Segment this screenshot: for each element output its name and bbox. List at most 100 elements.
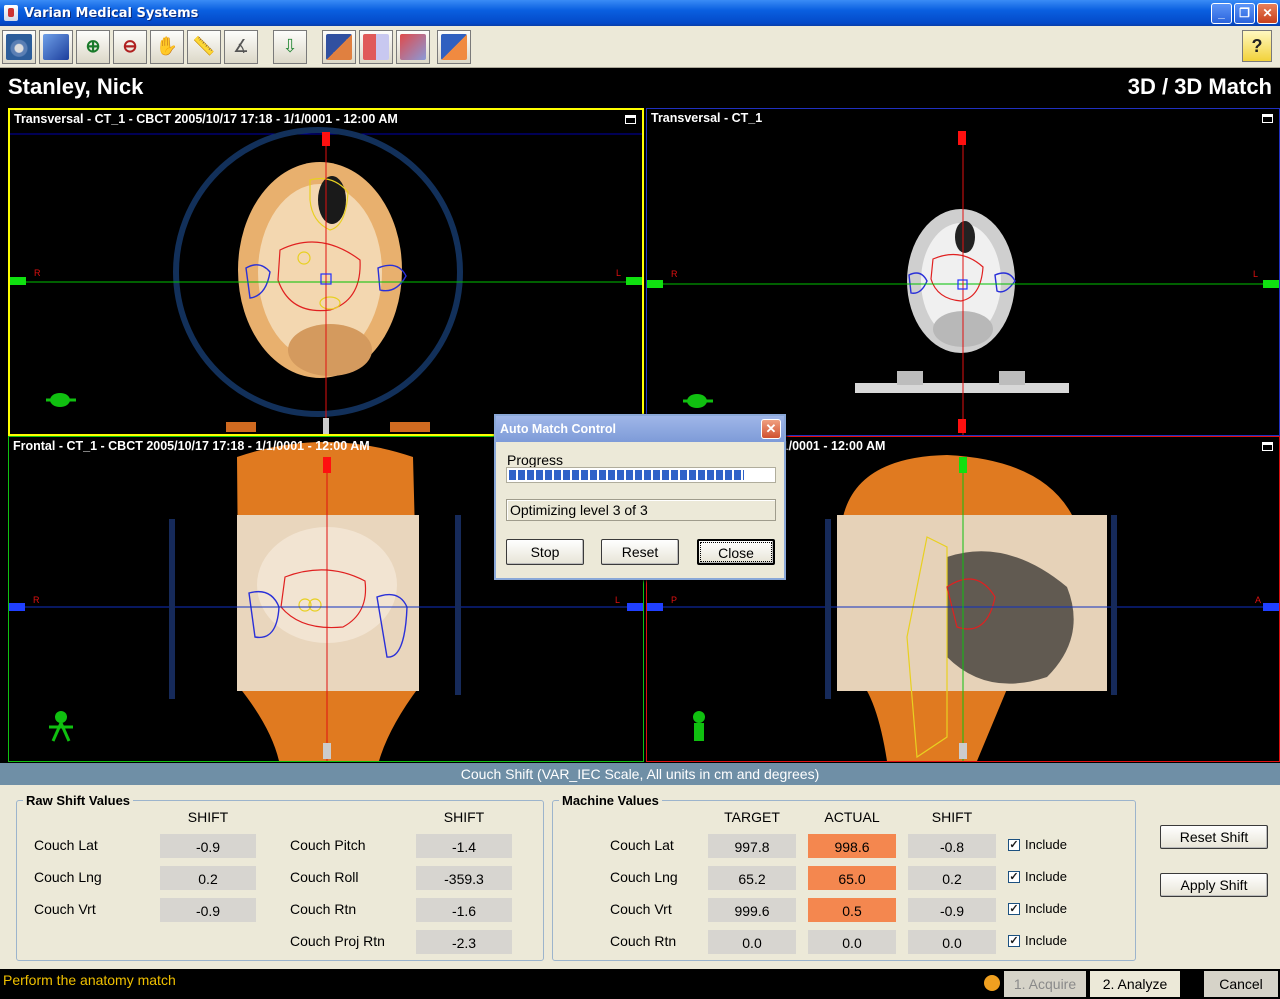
actual-value: 998.6	[808, 834, 896, 858]
close-window-button[interactable]: ✕	[1257, 2, 1278, 24]
transversal-ct-image: R L	[647, 131, 1279, 435]
stop-button[interactable]: Stop	[506, 539, 584, 565]
include-checkbox[interactable]: ✓ Include	[1008, 933, 1067, 948]
orient-R-label: R	[34, 268, 41, 278]
raw-label: Couch Lat	[34, 837, 98, 853]
raw-label: Couch Roll	[290, 869, 359, 885]
actual-value: 0.0	[808, 930, 896, 954]
raw-label: Couch Rtn	[290, 901, 357, 917]
orient-L-label-2: L	[1253, 269, 1258, 279]
machine-shift-value: 0.2	[908, 866, 996, 890]
machine-label: Couch Lng	[610, 869, 678, 885]
overlay-icon	[326, 33, 352, 60]
target-header: TARGET	[724, 809, 780, 825]
target-value: 997.8	[708, 834, 796, 858]
zoom-out-icon: ⊖	[122, 36, 138, 56]
raw-value: -1.6	[416, 898, 512, 922]
auto-match-icon	[400, 33, 426, 60]
raw-label: Couch Lng	[34, 869, 102, 885]
angle-icon: ∡	[232, 36, 250, 56]
viewport-transversal-cbct[interactable]: R L Transversal - CT_1 - CBCT 2005/10/17…	[8, 108, 644, 436]
include-label: Include	[1025, 869, 1067, 884]
viewport-transversal-ct[interactable]: R L Transversal - CT_1	[646, 108, 1280, 436]
dialog-close-button[interactable]: Close	[697, 539, 775, 565]
window-level-button[interactable]	[39, 29, 73, 64]
orient-A-label: A	[1255, 595, 1261, 605]
couch-shift-panel: Couch Shift (VAR_IEC Scale, All units in…	[0, 763, 1280, 969]
raw-label: Couch Proj Rtn	[290, 933, 385, 949]
raw-value: 0.2	[160, 866, 256, 890]
transversal-cbct-image: R L	[10, 127, 642, 434]
minimize-button[interactable]: _	[1211, 2, 1232, 24]
check-icon: ✓	[1008, 934, 1020, 947]
status-bar: Perform the anatomy match 1. Acquire 2. …	[0, 969, 1280, 999]
reset-button[interactable]: Reset	[601, 539, 679, 565]
zoom-in-button[interactable]: ⊕	[76, 29, 110, 64]
settings-tool-button[interactable]	[2, 29, 36, 64]
target-value: 65.2	[708, 866, 796, 890]
raw-value: -1.4	[416, 834, 512, 858]
raw-value: -2.3	[416, 930, 512, 954]
include-label: Include	[1025, 933, 1067, 948]
maximize-viewport-button[interactable]	[1262, 442, 1273, 451]
save-button[interactable]: ⇩	[273, 29, 307, 64]
include-checkbox[interactable]: ✓ Include	[1008, 901, 1067, 916]
app-icon	[4, 5, 18, 21]
split-view-button[interactable]	[359, 29, 393, 64]
ruler-icon: 📏	[192, 36, 216, 56]
machine-values-legend: Machine Values	[562, 793, 659, 808]
orient-R-label-3: R	[33, 595, 40, 605]
zoom-out-button[interactable]: ⊖	[113, 29, 147, 64]
cancel-button[interactable]: Cancel	[1204, 971, 1278, 997]
toolbar: ⊕ ⊖ ✋ 📏 ∡ ⇩ ?	[0, 26, 1280, 68]
raw-value: -0.9	[160, 898, 256, 922]
app-window: Varian Medical Systems _ ❐ ✕ ⊕ ⊖ ✋ 📏 ∡ ⇩…	[0, 0, 1280, 999]
restore-button[interactable]: ❐	[1234, 2, 1255, 24]
apply-shift-button[interactable]: Apply Shift	[1160, 873, 1268, 897]
orient-L-label: L	[616, 268, 621, 278]
machine-shift-header: SHIFT	[931, 809, 973, 825]
viewport-title: Frontal - CT_1 - CBCT 2005/10/17 17:18 -…	[13, 439, 370, 453]
match-mode-title: 3D / 3D Match	[1127, 74, 1272, 99]
machine-label: Couch Rtn	[610, 933, 677, 949]
actual-header: ACTUAL	[824, 809, 880, 825]
reset-shift-button[interactable]: Reset Shift	[1160, 825, 1268, 849]
progress-bar	[506, 467, 776, 483]
zoom-in-icon: ⊕	[85, 36, 101, 56]
machine-label: Couch Vrt	[610, 901, 672, 917]
check-icon: ✓	[1008, 870, 1020, 883]
pan-button[interactable]: ✋	[150, 29, 184, 64]
viewport-title: Transversal - CT_1 - CBCT 2005/10/17 17:…	[14, 112, 398, 126]
window-level-icon	[43, 33, 69, 60]
angle-button[interactable]: ∡	[224, 29, 258, 64]
help-button[interactable]: ?	[1242, 30, 1272, 62]
machine-label: Couch Lat	[610, 837, 674, 853]
step-acquire[interactable]: 1. Acquire	[1004, 971, 1086, 997]
dialog-close-icon[interactable]: ✕	[761, 419, 781, 439]
download-icon: ⇩	[282, 36, 298, 56]
maximize-viewport-button[interactable]	[625, 115, 636, 124]
machine-shift-value: -0.8	[908, 834, 996, 858]
measure-button[interactable]: 📏	[187, 29, 221, 64]
auto-match-button[interactable]	[396, 29, 430, 64]
machine-shift-value: -0.9	[908, 898, 996, 922]
orient-R-label-2: R	[671, 269, 678, 279]
dialog-title-bar: Auto Match Control ✕	[496, 416, 784, 442]
hand-icon: ✋	[155, 36, 179, 56]
raw-value: -359.3	[416, 866, 512, 890]
raw-shift-header-2: SHIFT	[443, 809, 485, 825]
include-checkbox[interactable]: ✓ Include	[1008, 837, 1067, 852]
blend-button[interactable]	[437, 29, 471, 64]
progress-label: Progress	[507, 452, 564, 468]
window-title: Varian Medical Systems	[24, 5, 199, 21]
overlay-button[interactable]	[322, 29, 356, 64]
raw-shift-legend: Raw Shift Values	[26, 793, 131, 808]
raw-label: Couch Pitch	[290, 837, 366, 853]
raw-label: Couch Vrt	[34, 901, 96, 917]
check-icon: ✓	[1008, 902, 1020, 915]
include-checkbox[interactable]: ✓ Include	[1008, 869, 1067, 884]
maximize-viewport-button[interactable]	[1262, 114, 1273, 123]
step-analyze[interactable]: 2. Analyze	[1090, 971, 1180, 997]
optimize-status: Optimizing level 3 of 3	[506, 499, 776, 521]
blend-icon	[441, 33, 467, 60]
